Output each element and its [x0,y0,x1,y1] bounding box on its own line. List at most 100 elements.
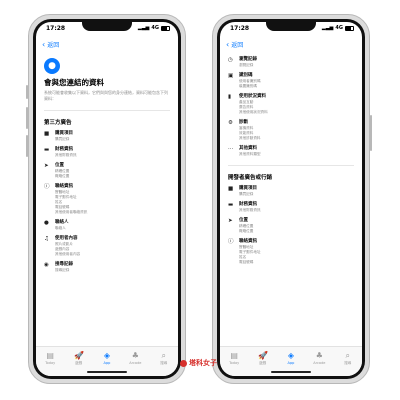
apps-icon: ◈ [287,351,295,360]
tab-search[interactable]: ⌕ 搜尋 [337,351,359,366]
tab-label: Arcade [313,361,326,365]
item-sublabel: 其他財務資訊 [239,208,261,212]
category-icon: ♫ [44,236,49,242]
signal-icon: ▂▃▅ [321,25,334,31]
category-icon: ⚙ [228,120,233,126]
list-item: ▣ 識別碼 使用者識別碼 裝置識別碼 [228,73,354,89]
list-item: ■ 購買項目 購買記錄 [228,186,354,197]
tab-arcade[interactable]: ♣ Arcade [124,351,146,366]
list-item: ▬ 財務資訊 其他財務資訊 [228,202,354,213]
category-icon: ● [44,220,49,226]
person-icon: ● [44,58,60,74]
item-sublabel: 瀏覽記錄 [239,63,254,67]
category-icon: ⓘ [44,184,50,190]
list-item: ● 聯絡人 聯絡人 [44,220,170,231]
tab-label: App [103,361,111,365]
list-item: ➤ 位置 精確位置 概略位置 [228,218,354,234]
back-button[interactable]: ‹ 返回 [36,38,178,50]
battery-icon [161,25,170,31]
watermark: 塔科女子 [180,358,217,368]
today-icon: ▤ [230,351,238,360]
tab-label: Today [229,361,240,365]
tab-today[interactable]: ▤ Today [39,351,61,366]
status-time: 17:28 [46,25,66,32]
section-title: 第三方廣告 [44,120,72,126]
back-label: 返回 [47,41,60,49]
search-icon: ⌕ [345,351,350,360]
tab-today[interactable]: ▤ Today [223,351,245,366]
apps-icon: ◈ [103,351,111,360]
tab-apps[interactable]: ◈ App [280,351,302,366]
category-icon: ▬ [228,202,234,208]
category-icon: ▮ [228,94,232,100]
power-button [370,115,372,151]
item-sublabel: 購買記錄 [239,192,254,196]
games-icon: 🚀 [258,351,269,360]
tab-label: Arcade [129,361,142,365]
arcade-icon: ♣ [315,351,323,360]
category-icon: ⋯ [228,146,234,152]
item-sublabel: 購買記錄 [55,137,70,141]
today-icon: ▤ [46,351,54,360]
tab-label: 搜尋 [160,361,168,365]
list-item: ■ 購買項目 購買記錄 [44,131,170,142]
tab-label: 搜尋 [344,361,352,365]
battery-icon [345,25,354,31]
arcade-icon: ♣ [131,351,139,360]
list-item: ➤ 位置 精確位置 概略位置 [44,163,170,179]
phone-right: 17:28 ▂▃▅ 4G ‹ 返回 ◷ 瀏覽記錄 瀏覽記錄 ▣ 識別碼 使用者識別碼 裝置識別… [212,14,372,384]
tab-search[interactable]: ⌕ 搜尋 [153,351,175,366]
privacy-content[interactable]: ● 會與您連結的資料 系統可能會收集以下資料，它們與與您的身分連結，資料可能包含… [36,52,178,346]
list-item: ▬ 財務資訊 其他財務資訊 [44,147,170,158]
volume-down-button [26,135,28,157]
item-sublabel: 裝置識別碼 [239,84,257,88]
back-label: 返回 [231,41,244,49]
item-sublabel: 概略位置 [55,174,70,178]
tab-games[interactable]: 🚀 遊戲 [252,351,274,366]
category-icon: ➤ [228,218,233,224]
item-sublabel: 其他財務資訊 [55,153,77,157]
tab-games[interactable]: 🚀 遊戲 [68,351,90,366]
tab-label: 遊戲 [75,361,83,365]
network-label: 4G [151,25,159,31]
item-sublabel: 其他使用狀況資料 [239,110,268,114]
item-sublabel: 電話號碼 [239,260,254,264]
category-icon: ◉ [44,262,49,268]
tab-label: Today [45,361,56,365]
volume-up-button [26,107,28,129]
item-sublabel: 概略位置 [239,229,254,233]
page-title: 會與您連結的資料 [44,78,104,87]
home-indicator [271,371,311,373]
list-item: ⋯ 其他資料 其他資料類型 [228,146,354,157]
watermark-logo-icon [180,359,187,367]
watermark-text: 塔科女子 [189,359,217,367]
home-indicator [87,371,127,373]
tab-arcade[interactable]: ♣ Arcade [308,351,330,366]
chevron-left-icon: ‹ [226,39,230,49]
screen-left: 17:28 ▂▃▅ 4G ‹ 返回 ● 會與您連結的資料 系統可能會收集以下資料，… [36,22,178,376]
item-sublabel: 搜尋記錄 [55,268,70,272]
category-icon: ➤ [44,163,49,169]
category-icon: ■ [44,131,50,137]
section-title: 開發者廣告或行銷 [228,175,273,181]
status-bar: 17:28 ▂▃▅ 4G [36,24,178,34]
page-description: 系統可能會收集以下資料，它們與與您的身分連結，資料可能包含下列資料： [44,90,168,101]
list-item: ⓘ 聯絡資訊 實體地址 電子郵件地址 姓名 電話號碼 [228,239,354,265]
item-sublabel: 聯絡人 [55,226,66,230]
list-item: ♫ 使用者內容 照片或影片 遊戲內容 其他使用者內容 [44,236,170,257]
category-icon: ◷ [228,57,233,63]
search-icon: ⌕ [161,351,166,360]
privacy-content[interactable]: ◷ 瀏覽記錄 瀏覽記錄 ▣ 識別碼 使用者識別碼 裝置識別碼 ▮ 使用狀況資料 產品互動 廣告資料其… [220,52,362,346]
tab-apps[interactable]: ◈ App [96,351,118,366]
item-sublabel: 其他資料類型 [239,152,261,156]
category-icon: ■ [228,186,234,192]
games-icon: 🚀 [74,351,85,360]
status-bar: 17:28 ▂▃▅ 4G [220,24,362,34]
list-item: ▮ 使用狀況資料 產品互動 廣告資料 其他使用狀況資料 [228,94,354,115]
mute-switch [26,85,28,99]
list-item: ⓘ 聯絡資訊 實體地址 電子郵件地址 姓名 電話號碼 其他使用者聯絡資訊 [44,184,170,215]
divider [228,165,354,166]
screen-right: 17:28 ▂▃▅ 4G ‹ 返回 ◷ 瀏覽記錄 瀏覽記錄 ▣ 識別碼 使用者識別碼 裝置識別… [220,22,362,376]
network-label: 4G [335,25,343,31]
back-button[interactable]: ‹ 返回 [220,38,362,50]
